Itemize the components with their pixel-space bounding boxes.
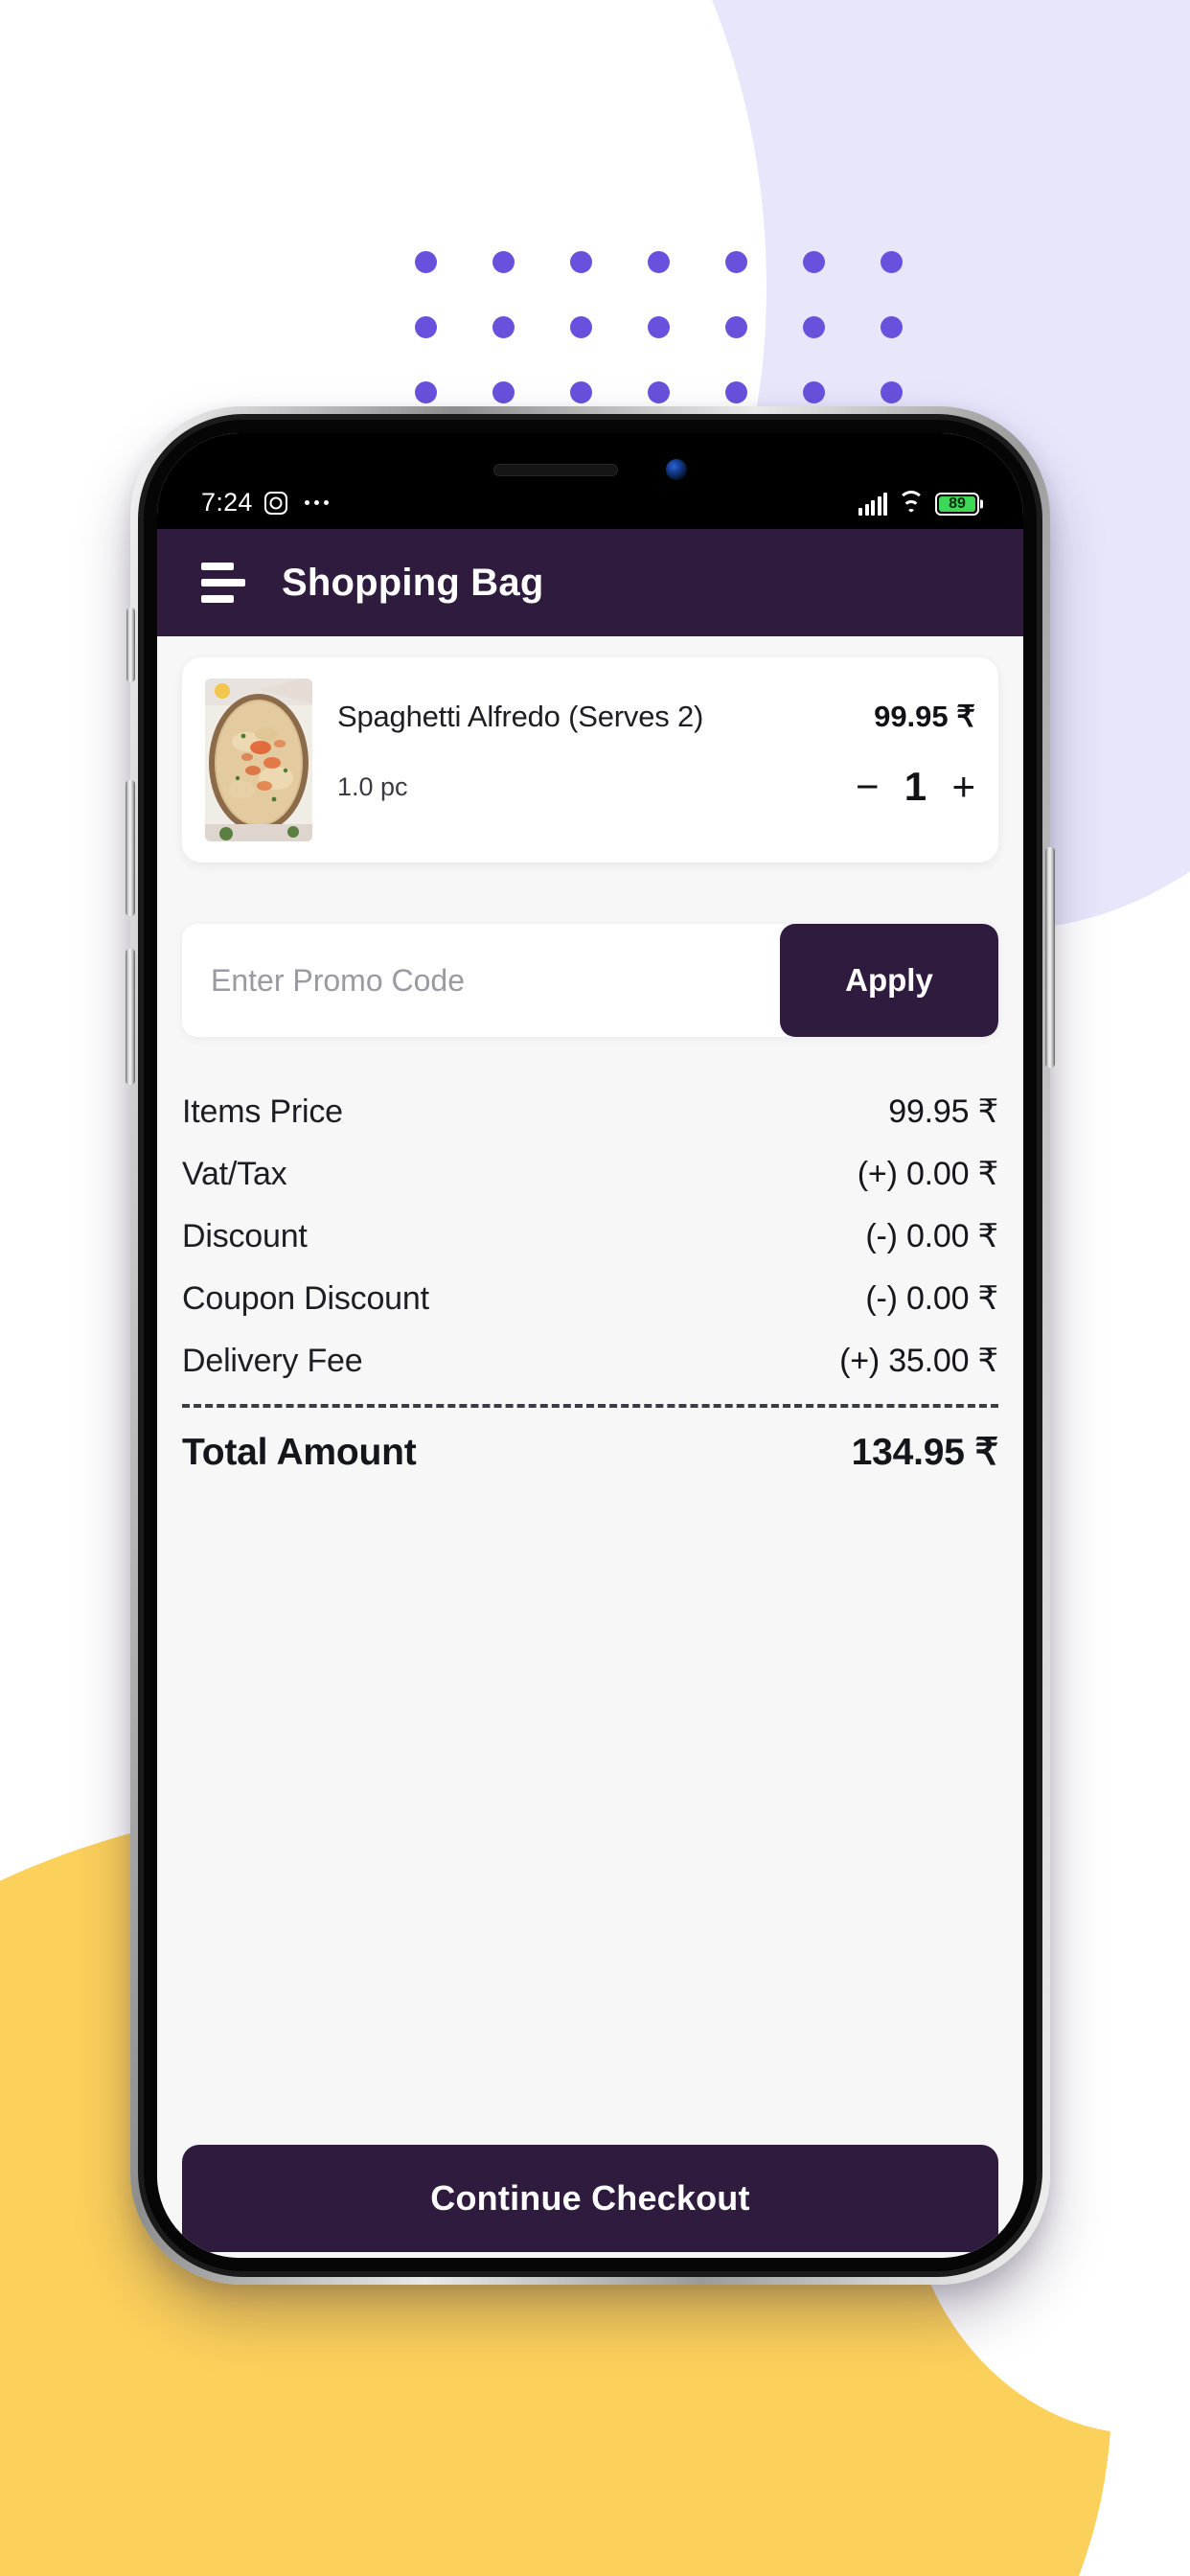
cart-item-card[interactable]: Spaghetti Alfredo (Serves 2) 99.95 ₹ 1.0… [182, 657, 998, 862]
summary-row-label: Delivery Fee [182, 1343, 363, 1379]
summary-row-label: Vat/Tax [182, 1156, 287, 1192]
mute-switch-button[interactable] [126, 608, 135, 682]
phone-screen: 7:24 89 Shopping Bag Spaghetti Alfredo (… [157, 433, 1023, 2258]
cart-item-details: Spaghetti Alfredo (Serves 2) 99.95 ₹ 1.0… [337, 678, 975, 807]
app-header-bar: Shopping Bag [157, 529, 1023, 636]
summary-row-value: (-) 0.00 ₹ [865, 1218, 998, 1254]
decorative-dot [570, 251, 592, 273]
app-content: Spaghetti Alfredo (Serves 2) 99.95 ₹ 1.0… [157, 636, 1023, 2258]
status-bar-right: 89 [858, 491, 979, 516]
increment-quantity-button[interactable]: + [951, 767, 975, 807]
summary-divider [182, 1404, 998, 1408]
status-bar-left: 7:24 [201, 490, 329, 516]
decorative-dot [492, 316, 515, 338]
decorative-dot [725, 316, 747, 338]
summary-row: Delivery Fee (+) 35.00 ₹ [182, 1330, 998, 1392]
camera-icon [263, 491, 287, 515]
total-amount-value: 134.95 ₹ [851, 1432, 999, 1473]
decorative-dot [492, 251, 515, 273]
quantity-stepper[interactable]: − 1 + [856, 767, 975, 807]
front-camera-icon [666, 459, 687, 480]
status-time: 7:24 [201, 488, 253, 517]
decorative-dot [725, 381, 747, 403]
battery-percent: 89 [949, 495, 966, 512]
cart-item-qty-row: 1.0 pc − 1 + [337, 767, 975, 807]
summary-row-value: (+) 0.00 ₹ [857, 1156, 998, 1192]
signal-bars-icon [858, 493, 887, 516]
decorative-dot [648, 251, 670, 273]
checkout-area: Continue Checkout [157, 2145, 1023, 2258]
price-summary: Items Price 99.95 ₹ Vat/Tax (+) 0.00 ₹ Disco… [182, 1081, 998, 1486]
summary-total-row: Total Amount 134.95 ₹ [182, 1414, 998, 1486]
summary-row-label: Coupon Discount [182, 1280, 429, 1317]
decorative-dot [803, 251, 825, 273]
decorative-dot [415, 316, 437, 338]
apply-promo-button[interactable]: Apply [780, 924, 998, 1037]
volume-down-button[interactable] [126, 949, 135, 1085]
phone-mockup: 7:24 89 Shopping Bag Spaghetti Alfredo (… [126, 406, 1055, 2285]
summary-row-value: (-) 0.00 ₹ [865, 1280, 998, 1317]
earpiece-speaker-icon [493, 463, 618, 476]
summary-row-label: Items Price [182, 1093, 343, 1130]
decrement-quantity-button[interactable]: − [856, 767, 880, 807]
item-price: 99.95 ₹ [874, 700, 975, 733]
decorative-dot [570, 381, 592, 403]
phone-notch [413, 433, 767, 506]
decorative-dot [648, 381, 670, 403]
summary-row-label: Discount [182, 1218, 308, 1254]
summary-row: Vat/Tax (+) 0.00 ₹ [182, 1143, 998, 1206]
continue-checkout-button[interactable]: Continue Checkout [182, 2145, 998, 2252]
summary-row-value: (+) 35.00 ₹ [839, 1343, 998, 1379]
decorative-dot [570, 316, 592, 338]
page-root: 7:24 89 Shopping Bag Spaghetti Alfredo (… [0, 0, 1190, 2576]
item-unit: 1.0 pc [337, 771, 408, 801]
summary-row: Coupon Discount (-) 0.00 ₹ [182, 1268, 998, 1330]
decorative-dot [648, 316, 670, 338]
summary-row: Items Price 99.95 ₹ [182, 1081, 998, 1143]
promo-code-section: Apply [182, 924, 998, 1037]
total-amount-label: Total Amount [182, 1432, 417, 1473]
decorative-dot [881, 316, 903, 338]
decorative-dot [415, 381, 437, 403]
summary-row-value: 99.95 ₹ [888, 1093, 998, 1130]
promo-code-input[interactable] [182, 924, 780, 1037]
item-name: Spaghetti Alfredo (Serves 2) [337, 700, 704, 733]
power-button[interactable] [1045, 847, 1055, 1068]
decorative-dot [725, 251, 747, 273]
battery-icon: 89 [935, 493, 979, 516]
decorative-dot [803, 316, 825, 338]
hamburger-menu-icon[interactable] [201, 563, 245, 603]
decorative-dot [492, 381, 515, 403]
item-thumbnail-image [205, 678, 312, 841]
summary-row: Discount (-) 0.00 ₹ [182, 1206, 998, 1268]
decorative-dot [415, 251, 437, 273]
decorative-dot [803, 381, 825, 403]
wifi-icon [898, 491, 925, 516]
decorative-dot [881, 251, 903, 273]
more-dots-icon [304, 500, 329, 505]
decorative-dot [881, 381, 903, 403]
volume-up-button[interactable] [126, 780, 135, 916]
cart-item-title-row: Spaghetti Alfredo (Serves 2) 99.95 ₹ [337, 700, 975, 734]
quantity-value: 1 [904, 764, 927, 809]
page-title: Shopping Bag [282, 561, 544, 604]
